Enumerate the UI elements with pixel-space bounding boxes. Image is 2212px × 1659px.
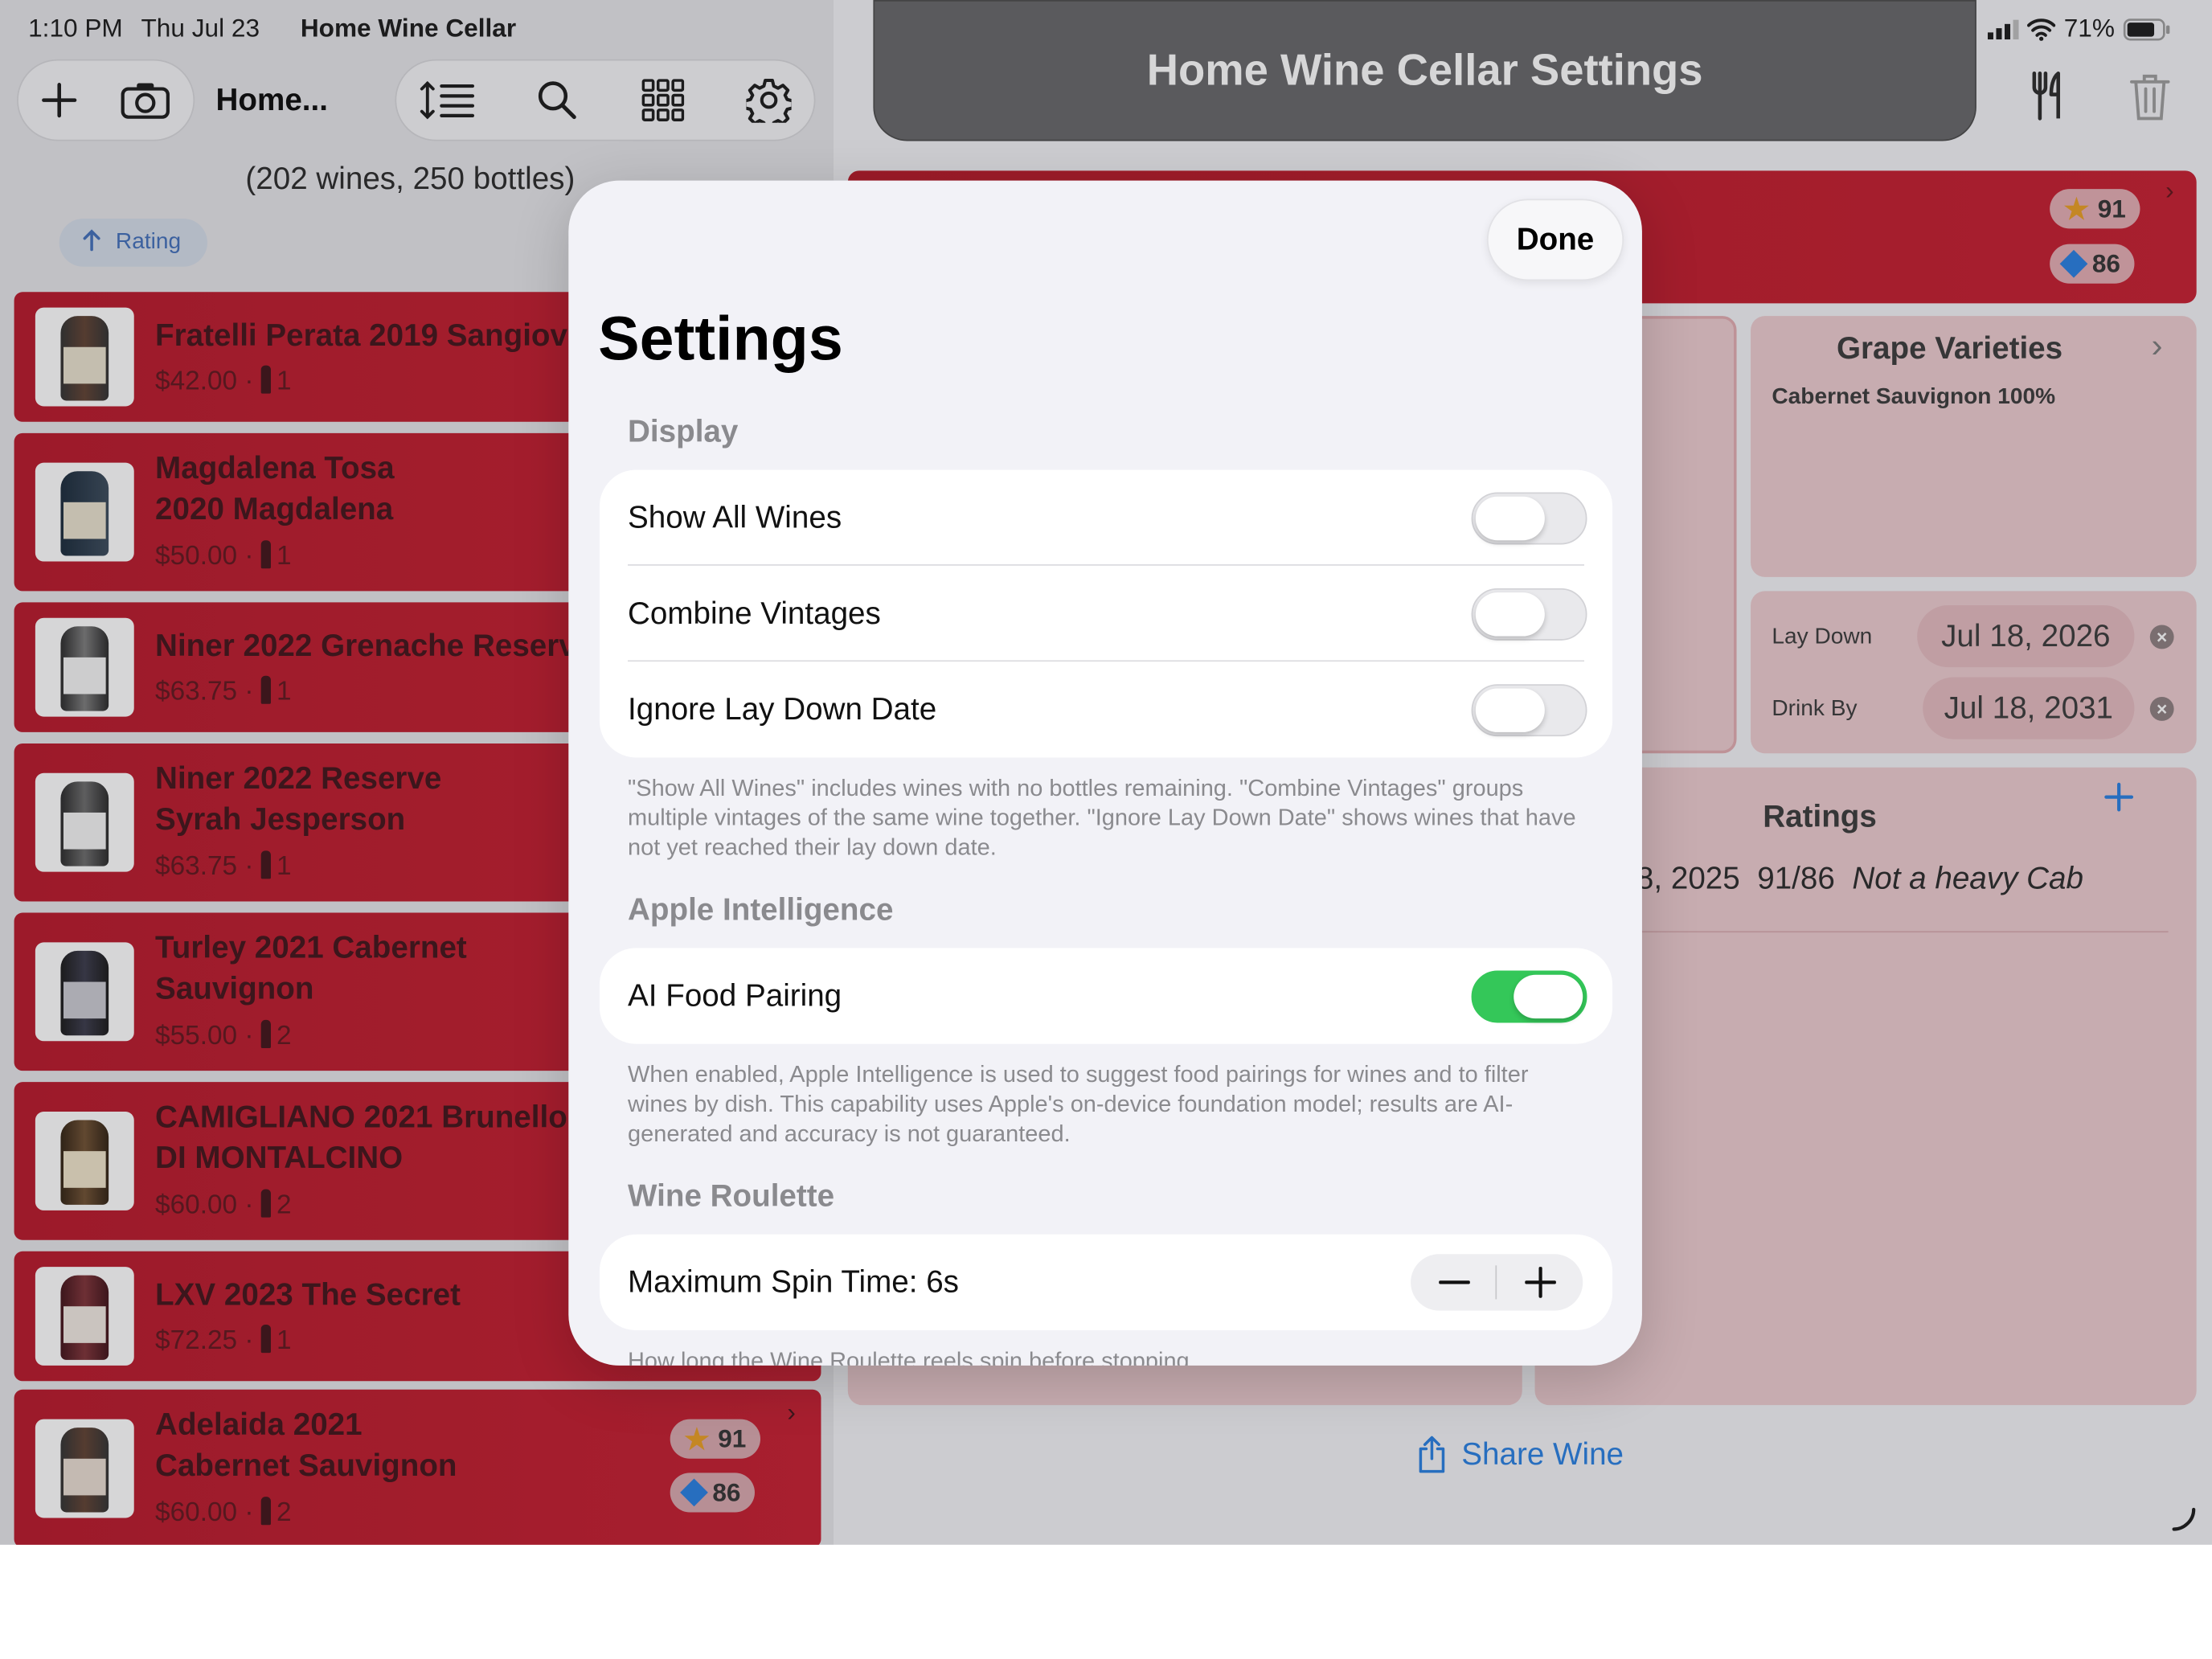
apple-intelligence-group: AI Food Pairing <box>599 948 1613 1044</box>
ai-food-pairing-row: AI Food Pairing <box>600 948 1612 1043</box>
combine-vintages-toggle[interactable] <box>1471 588 1587 641</box>
combine-vintages-label: Combine Vintages <box>628 595 881 631</box>
max-spin-time-row: Maximum Spin Time: 6s <box>600 1235 1612 1330</box>
show-all-wines-label: Show All Wines <box>628 499 842 535</box>
wine-roulette-group: Maximum Spin Time: 6s <box>599 1234 1613 1331</box>
settings-sheet: Done Settings Display Show All Wines Com… <box>568 180 1642 1366</box>
combine-vintages-row: Combine Vintages <box>600 566 1612 662</box>
max-spin-time-label: Maximum Spin Time: 6s <box>628 1264 960 1300</box>
plus-icon[interactable] <box>1497 1254 1583 1310</box>
settings-title: Settings <box>598 305 843 375</box>
ai-food-pairing-toggle[interactable] <box>1471 970 1587 1023</box>
apple-intelligence-footer: When enabled, Apple Intelligence is used… <box>628 1062 1529 1147</box>
show-all-wines-toggle[interactable] <box>1471 492 1587 545</box>
display-section-header: Display <box>628 413 739 449</box>
spin-time-stepper <box>1411 1254 1583 1311</box>
minus-icon[interactable] <box>1411 1254 1497 1310</box>
display-footer: "Show All Wines" includes wines with no … <box>628 776 1576 861</box>
ai-food-pairing-label: AI Food Pairing <box>628 977 842 1014</box>
ignore-lay-down-label: Ignore Lay Down Date <box>628 690 937 727</box>
wine-roulette-footer: How long the Wine Roulette reels spin be… <box>628 1348 1196 1366</box>
done-button[interactable]: Done <box>1486 199 1624 281</box>
display-settings-group: Show All Wines Combine Vintages Ignore L… <box>599 469 1613 758</box>
apple-intelligence-section-header: Apple Intelligence <box>628 891 894 928</box>
wine-roulette-section-header: Wine Roulette <box>628 1178 835 1214</box>
ignore-lay-down-toggle[interactable] <box>1471 684 1587 737</box>
ignore-lay-down-row: Ignore Lay Down Date <box>600 662 1612 757</box>
show-all-wines-row: Show All Wines <box>600 469 1612 565</box>
